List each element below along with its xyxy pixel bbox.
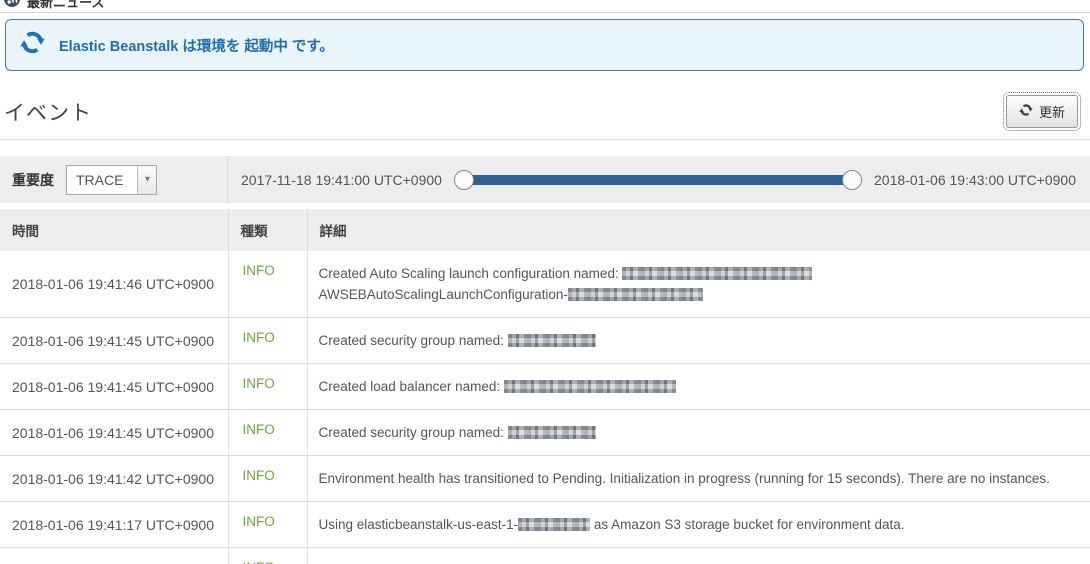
refresh-button-label: 更新 bbox=[1039, 102, 1065, 121]
detail-line: createEnvironment is starting. bbox=[319, 560, 1077, 564]
event-time: 2018-01-06 19:41:16 UTC+0900 bbox=[0, 548, 228, 564]
events-table: 時間 種類 詳細 2018-01-06 19:41:46 UTC+0900INF… bbox=[0, 209, 1090, 564]
event-type: INFO bbox=[228, 318, 307, 364]
detail-text: Created security group named: bbox=[319, 425, 508, 440]
event-type: INFO bbox=[228, 251, 307, 318]
table-row: 2018-01-06 19:41:17 UTC+0900INFO Using el… bbox=[0, 502, 1090, 548]
event-time: 2018-01-06 19:41:45 UTC+0900 bbox=[0, 364, 228, 410]
detail-line: AWSEBAutoScalingLaunchConfiguration- bbox=[319, 284, 1077, 305]
severity-select[interactable]: TRACE ▾ bbox=[66, 165, 157, 195]
redacted-text bbox=[508, 426, 596, 439]
table-row: 2018-01-06 19:41:45 UTC+0900INFO Created … bbox=[0, 364, 1090, 410]
redacted-text bbox=[518, 518, 590, 531]
table-row: 2018-01-06 19:41:45 UTC+0900INFO Created … bbox=[0, 410, 1090, 456]
slider-handle-end[interactable] bbox=[842, 170, 862, 190]
page-title: イベント bbox=[4, 97, 92, 127]
severity-label: 重要度 bbox=[12, 170, 54, 190]
redacted-text bbox=[508, 334, 596, 347]
range-start-label: 2017-11-18 19:41:00 UTC+0900 bbox=[241, 172, 442, 188]
filter-bar: 重要度 TRACE ▾ 2017-11-18 19:41:00 UTC+0900… bbox=[0, 156, 1090, 203]
event-time: 2018-01-06 19:41:45 UTC+0900 bbox=[0, 410, 228, 456]
detail-line: Created security group named: bbox=[319, 422, 1077, 443]
banner-message: Elastic Beanstalk は環境を 起動中 です。 bbox=[59, 35, 334, 56]
event-type: INFO bbox=[228, 548, 307, 564]
redacted-text bbox=[568, 288, 703, 301]
detail-line: Created Auto Scaling launch configuratio… bbox=[319, 263, 1077, 284]
table-header-row: 時間 種類 詳細 bbox=[0, 209, 1090, 251]
detail-text: AWSEBAutoScalingLaunchConfiguration- bbox=[319, 287, 568, 302]
event-type: INFO bbox=[228, 502, 307, 548]
event-detail: Created Auto Scaling launch configuratio… bbox=[307, 251, 1090, 318]
detail-line: Created security group named: bbox=[319, 330, 1077, 351]
detail-line: Using elasticbeanstalk-us-east-1- as Ama… bbox=[319, 514, 1077, 535]
severity-selected-value: TRACE bbox=[67, 166, 137, 194]
detail-line: Environment health has transitioned to P… bbox=[319, 468, 1077, 489]
event-detail: Using elasticbeanstalk-us-east-1- as Ama… bbox=[307, 502, 1090, 548]
top-clipped-strip: 最新ニュース bbox=[0, 0, 1090, 13]
column-header-detail: 詳細 bbox=[307, 209, 1090, 251]
table-row: 2018-01-06 19:41:46 UTC+0900INFO Created … bbox=[0, 251, 1090, 318]
detail-text: Created security group named: bbox=[319, 333, 508, 348]
refresh-button[interactable]: 更新 bbox=[1006, 95, 1078, 128]
header-divider bbox=[0, 139, 1090, 140]
event-time: 2018-01-06 19:41:46 UTC+0900 bbox=[0, 251, 228, 318]
table-row: 2018-01-06 19:41:42 UTC+0900INFO Environm… bbox=[0, 456, 1090, 502]
slider-handle-start[interactable] bbox=[454, 170, 474, 190]
event-time: 2018-01-06 19:41:42 UTC+0900 bbox=[0, 456, 228, 502]
event-detail: createEnvironment is starting. bbox=[307, 548, 1090, 564]
rss-icon bbox=[4, 0, 20, 12]
event-detail: Environment health has transitioned to P… bbox=[307, 456, 1090, 502]
redacted-text bbox=[622, 267, 812, 280]
event-type: INFO bbox=[228, 456, 307, 502]
table-row: 2018-01-06 19:41:45 UTC+0900INFO Created … bbox=[0, 318, 1090, 364]
event-type: INFO bbox=[228, 364, 307, 410]
event-detail: Created security group named: bbox=[307, 410, 1090, 456]
range-end-label: 2018-01-06 19:43:00 UTC+0900 bbox=[874, 172, 1076, 188]
event-detail: Created load balancer named: bbox=[307, 364, 1090, 410]
column-header-time: 時間 bbox=[0, 209, 228, 251]
detail-text: Environment health has transitioned to P… bbox=[319, 471, 1050, 486]
detail-text: Created Auto Scaling launch configuratio… bbox=[319, 266, 623, 281]
event-type: INFO bbox=[228, 410, 307, 456]
time-range-slider[interactable] bbox=[463, 175, 853, 185]
detail-text: Using elasticbeanstalk-us-east-1- bbox=[319, 517, 519, 532]
chevron-down-icon: ▾ bbox=[137, 166, 156, 194]
events-table-body: 2018-01-06 19:41:46 UTC+0900INFOCreated … bbox=[0, 251, 1090, 564]
detail-text: as Amazon S3 storage bucket for environm… bbox=[590, 517, 904, 532]
table-row: 2018-01-06 19:41:16 UTC+0900INFO createEn… bbox=[0, 548, 1090, 564]
column-header-type: 種類 bbox=[228, 209, 307, 251]
event-time: 2018-01-06 19:41:45 UTC+0900 bbox=[0, 318, 228, 364]
detail-line: Created load balancer named: bbox=[319, 376, 1077, 397]
event-detail: Created security group named: bbox=[307, 318, 1090, 364]
detail-text: Created load balancer named: bbox=[319, 379, 504, 394]
refresh-spinner-icon bbox=[19, 29, 46, 61]
refresh-icon bbox=[1019, 103, 1033, 120]
latest-news-link[interactable]: 最新ニュース bbox=[27, 0, 104, 11]
redacted-text bbox=[504, 380, 676, 393]
event-time: 2018-01-06 19:41:17 UTC+0900 bbox=[0, 502, 228, 548]
environment-status-banner: Elastic Beanstalk は環境を 起動中 です。 bbox=[5, 19, 1084, 71]
